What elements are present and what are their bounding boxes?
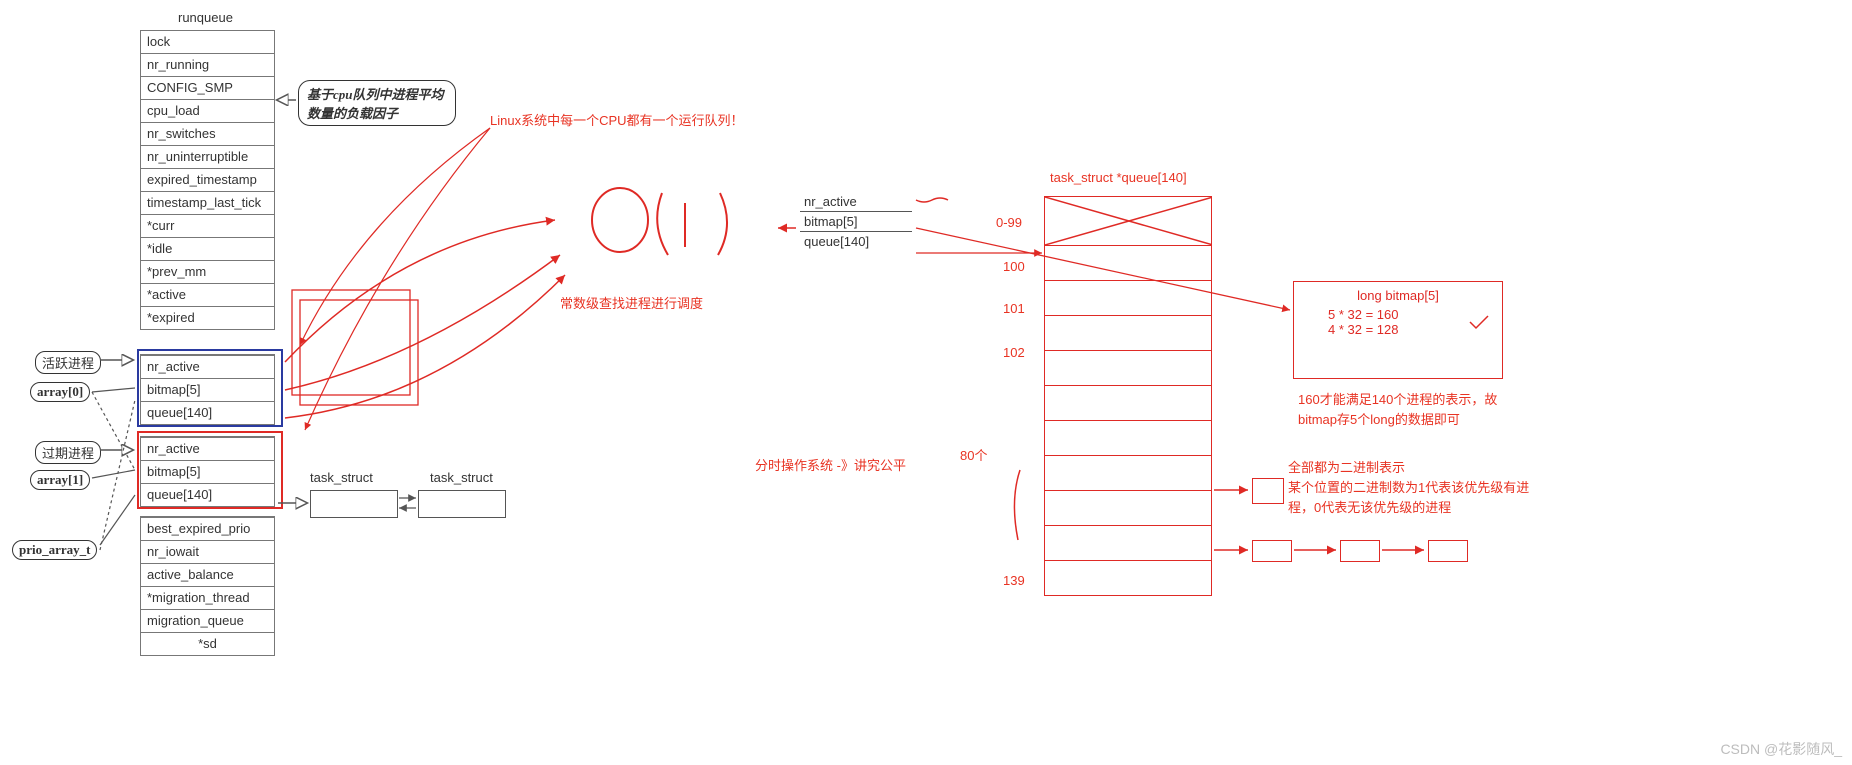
queue-cell — [1044, 281, 1212, 316]
fair-note: 分时操作系统 -》讲究公平 — [755, 455, 906, 474]
task-struct-box-2 — [418, 490, 506, 518]
queue-idx: 100 — [1003, 259, 1025, 274]
runqueue-title: runqueue — [178, 10, 233, 25]
queue-idx: 102 — [1003, 345, 1025, 360]
o1-handdrawn-icon — [580, 175, 780, 275]
load-factor-bubble: 基于cpu队列中进程平均数量的负载因子 — [298, 80, 456, 126]
queue-cell — [1044, 316, 1212, 351]
queue-cell — [1044, 456, 1212, 491]
rq-field: cpu_load — [140, 100, 275, 123]
mini-field: nr_active — [800, 192, 912, 212]
runqueue-table-top: lock nr_running CONFIG_SMP cpu_load nr_s… — [140, 30, 275, 330]
list-node-box — [1252, 478, 1284, 504]
watermark: CSDN @花影随风_ — [1720, 739, 1842, 759]
task-struct-label-1: task_struct — [310, 470, 373, 485]
array0-label: array[0] — [30, 382, 90, 402]
active-process-label: 活跃进程 — [35, 351, 101, 374]
queue-column — [1044, 196, 1212, 596]
array1-highlight-red — [137, 431, 283, 509]
rq-field: *active — [140, 284, 275, 307]
rq-field: *migration_thread — [140, 587, 275, 610]
task-struct-box-1 — [310, 490, 398, 518]
rq-field: CONFIG_SMP — [140, 77, 275, 100]
queue-cell-crossed — [1044, 196, 1212, 246]
queue-cell — [1044, 526, 1212, 561]
rq-field: *curr — [140, 215, 275, 238]
expired-process-label: 过期进程 — [35, 441, 101, 464]
rq-field: best_expired_prio — [140, 517, 275, 541]
rq-field: *expired — [140, 307, 275, 330]
prio-array-t-label: prio_array_t — [12, 540, 97, 560]
binary-note-1: 全部都为二进制表示 — [1288, 458, 1548, 478]
fair-count: 80个 — [960, 445, 987, 464]
const-lookup-note: 常数级查找进程进行调度 — [560, 293, 703, 312]
array0-highlight-blue — [137, 349, 283, 427]
rq-field: *sd — [140, 633, 275, 656]
queue-cell — [1044, 421, 1212, 456]
rq-field: nr_iowait — [140, 541, 275, 564]
runqueue-table-bottom: best_expired_prio nr_iowait active_balan… — [140, 516, 275, 656]
rq-field: nr_running — [140, 54, 275, 77]
queue-idx: 101 — [1003, 301, 1025, 316]
bitmap-line2: 4 * 32 = 128 — [1304, 322, 1492, 337]
rq-field: active_balance — [140, 564, 275, 587]
bitmap-title: long bitmap[5] — [1304, 288, 1492, 303]
queue-idx: 0-99 — [996, 215, 1022, 230]
queue-cell — [1044, 246, 1212, 281]
rq-field: *prev_mm — [140, 261, 275, 284]
queue-cell — [1044, 351, 1212, 386]
task-struct-label-2: task_struct — [430, 470, 493, 485]
list-node-box — [1428, 540, 1468, 562]
list-node-box — [1340, 540, 1380, 562]
rq-field: migration_queue — [140, 610, 275, 633]
mini-field: queue[140] — [800, 232, 912, 251]
queue-title: task_struct *queue[140] — [1050, 170, 1187, 185]
bitmap-box: long bitmap[5] 5 * 32 = 160 4 * 32 = 128 — [1293, 281, 1503, 379]
queue-cell — [1044, 386, 1212, 421]
binary-note-2: 某个位置的二进制数为1代表该优先级有进程，0代表无该优先级的进程 — [1288, 478, 1548, 517]
queue-idx: 139 — [1003, 573, 1025, 588]
rq-field: expired_timestamp — [140, 169, 275, 192]
rq-field: *idle — [140, 238, 275, 261]
mini-field: bitmap[5] — [800, 212, 912, 232]
rq-field: nr_switches — [140, 123, 275, 146]
list-node-box — [1252, 540, 1292, 562]
rq-field: timestamp_last_tick — [140, 192, 275, 215]
rq-field: lock — [140, 30, 275, 54]
array1-label: array[1] — [30, 470, 90, 490]
rq-field: nr_uninterruptible — [140, 146, 275, 169]
queue-cell — [1044, 561, 1212, 596]
cpu-runqueue-note: Linux系统中每一个CPU都有一个运行队列！ — [490, 110, 744, 129]
bitmap-line1: 5 * 32 = 160 — [1304, 307, 1492, 322]
mini-array-block: nr_active bitmap[5] queue[140] — [800, 192, 912, 251]
queue-cell — [1044, 491, 1212, 526]
bitmap-explanation: 160才能满足140个进程的表示，故bitmap存5个long的数据即可 — [1298, 390, 1518, 429]
